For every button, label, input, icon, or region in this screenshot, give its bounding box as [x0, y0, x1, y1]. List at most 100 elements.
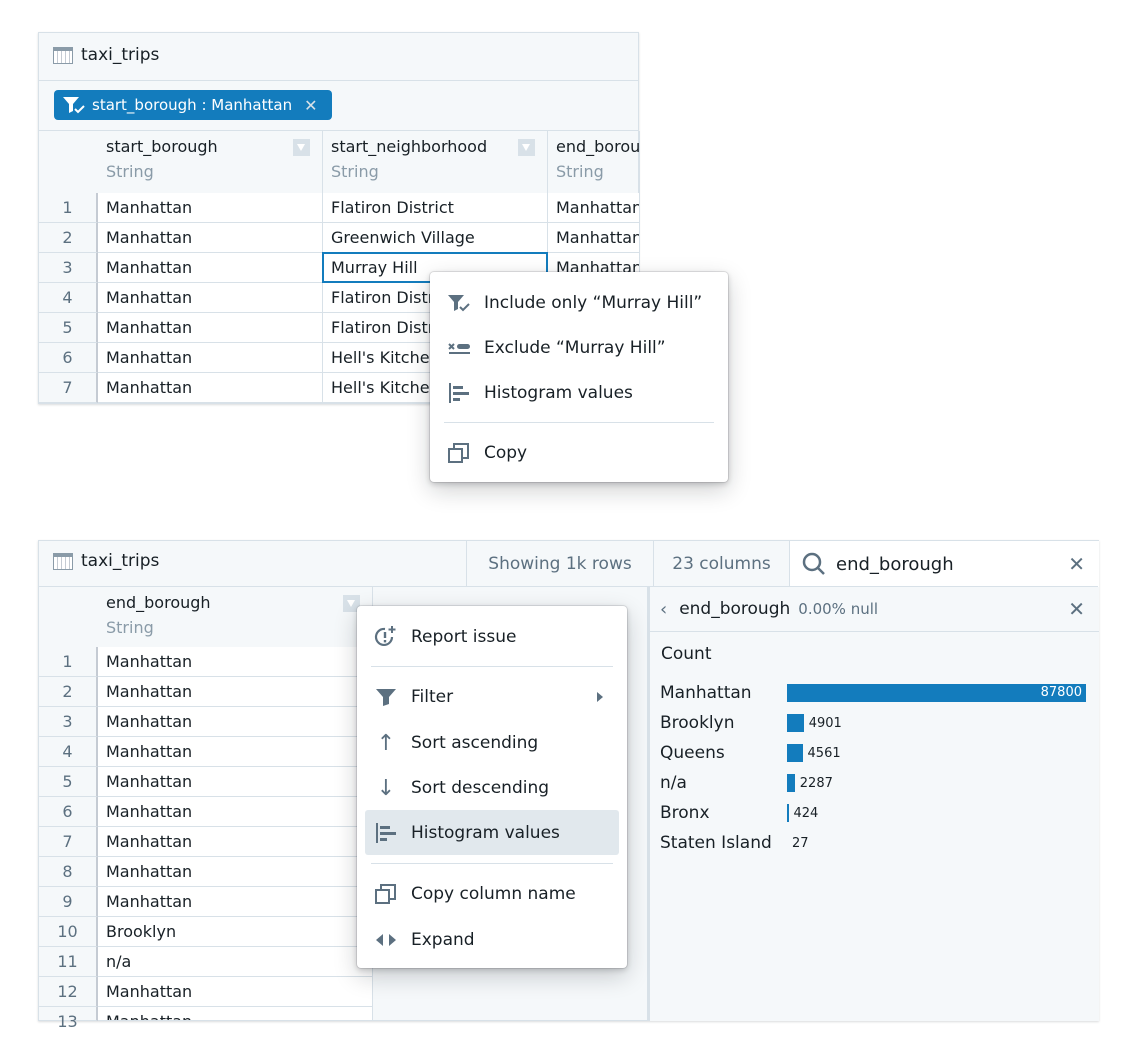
table-cell[interactable]: Manhattan: [98, 707, 373, 737]
column-header[interactable]: start_borough String: [98, 131, 323, 193]
menu-copy[interactable]: Copy: [438, 433, 720, 473]
menu-label: Copy column name: [411, 884, 576, 904]
back-icon[interactable]: ‹: [660, 599, 667, 620]
table-name: taxi_trips: [81, 45, 160, 65]
row-number: 9: [39, 887, 98, 917]
table-cell[interactable]: Manhattan: [98, 767, 373, 797]
row-number: 7: [39, 827, 98, 857]
close-histogram-icon[interactable]: ✕: [1068, 597, 1085, 621]
histogram-row[interactable]: Manhattan 87800: [660, 682, 1090, 704]
histogram-bar: [787, 804, 789, 822]
column-header-end-borough[interactable]: end_borough String: [98, 587, 373, 647]
row-number: 1: [39, 193, 98, 223]
menu-sort-ascending[interactable]: ↑ Sort ascending: [365, 723, 619, 763]
copy-icon: [448, 443, 469, 463]
report-issue-icon: [374, 626, 396, 646]
filter-remove-icon: [448, 343, 470, 354]
column-type: String: [106, 618, 154, 637]
row-number: 10: [39, 917, 98, 947]
histogram-bar: [787, 744, 803, 762]
menu-include-only[interactable]: Include only “Murray Hill”: [438, 283, 720, 323]
search-input[interactable]: end_borough: [836, 554, 1068, 575]
menu-histogram[interactable]: Histogram values: [365, 810, 619, 855]
menu-label: Copy: [484, 443, 528, 463]
table-cell[interactable]: Manhattan: [98, 647, 373, 677]
row-number: 3: [39, 707, 98, 737]
histogram-row[interactable]: n/a 2287: [660, 772, 1090, 794]
table-cell[interactable]: Manhattan: [98, 283, 323, 313]
menu-label: Include only “Murray Hill”: [484, 293, 703, 313]
histogram-row[interactable]: Staten Island 27: [660, 832, 1090, 854]
null-percent: 0.00% null: [798, 600, 879, 618]
menu-sort-descending[interactable]: ↓ Sort descending: [365, 768, 619, 808]
row-number: 5: [39, 767, 98, 797]
table-cell[interactable]: Flatiron District: [323, 193, 548, 223]
histogram-label: Bronx: [660, 803, 710, 823]
menu-label: Sort ascending: [411, 733, 539, 753]
table-cell[interactable]: Manhattan: [98, 857, 373, 887]
filter-chip-label: start_borough : Manhattan: [92, 96, 293, 114]
histogram-label: Queens: [660, 743, 725, 763]
row-number: 4: [39, 737, 98, 767]
table-cell[interactable]: Manhattan: [98, 373, 323, 403]
row-number: 13: [39, 1007, 98, 1031]
column-name: end_borough: [106, 593, 211, 612]
column-header[interactable]: start_neighborhood String: [323, 131, 548, 193]
arrow-down-icon: ↓: [376, 775, 396, 801]
filter-check-icon: [448, 295, 470, 312]
column-type: String: [106, 162, 154, 181]
table-cell[interactable]: Manhattan: [98, 827, 373, 857]
table-name: taxi_trips: [81, 551, 160, 571]
table-cell[interactable]: Greenwich Village: [323, 223, 548, 253]
menu-label: Filter: [411, 687, 454, 707]
menu-report-issue[interactable]: Report issue: [365, 617, 619, 657]
table-cell[interactable]: Brooklyn: [98, 917, 373, 947]
clear-search-icon[interactable]: ✕: [1068, 552, 1085, 576]
table-cell[interactable]: n/a: [98, 947, 373, 977]
column-menu-dropdown-icon[interactable]: [293, 139, 310, 156]
histogram-value: 2287: [799, 775, 833, 791]
table-cell[interactable]: Manhattan: [98, 797, 373, 827]
filter-chip[interactable]: start_borough : Manhattan ✕: [54, 90, 332, 120]
arrow-up-icon: ↑: [376, 730, 396, 756]
menu-copy-column-name[interactable]: Copy column name: [365, 874, 619, 914]
submenu-caret-icon: [597, 692, 603, 702]
histogram-metric: Count: [661, 644, 712, 664]
row-number: 2: [39, 677, 98, 707]
table-cell[interactable]: Manhattan: [98, 677, 373, 707]
table-cell[interactable]: Manhattan: [98, 343, 323, 373]
table-cell[interactable]: Manhattan: [98, 223, 323, 253]
table-cell[interactable]: Manhattan: [98, 737, 373, 767]
menu-exclude[interactable]: Exclude “Murray Hill”: [438, 328, 720, 368]
row-number: 12: [39, 977, 98, 1007]
column-search[interactable]: end_borough ✕: [789, 541, 1099, 587]
histogram-label: Brooklyn: [660, 713, 735, 733]
histogram-bar: [787, 714, 804, 732]
table-cell[interactable]: Manhattan: [98, 313, 323, 343]
column-menu-dropdown-icon[interactable]: [518, 139, 535, 156]
histogram-value: 4561: [807, 745, 841, 761]
menu-histogram[interactable]: Histogram values: [438, 373, 720, 413]
histogram-value: 27: [792, 835, 809, 851]
table-cell[interactable]: Manhattan: [98, 193, 323, 223]
remove-filter-icon[interactable]: ✕: [304, 96, 317, 115]
rows-info: Showing 1k rows: [466, 541, 653, 587]
row-number: 2: [39, 223, 98, 253]
table-cell[interactable]: Manhattan: [98, 1007, 373, 1021]
histogram-row[interactable]: Bronx 424: [660, 802, 1090, 824]
histogram-row[interactable]: Brooklyn 4901: [660, 712, 1090, 734]
table-cell[interactable]: Manhattan: [98, 887, 373, 917]
row-number: 6: [39, 343, 98, 373]
menu-expand[interactable]: Expand: [365, 920, 619, 960]
table-cell[interactable]: Manhattan: [548, 193, 640, 223]
menu-label: Histogram values: [484, 383, 633, 403]
table-cell[interactable]: Manhattan: [98, 977, 373, 1007]
table-icon: [53, 552, 73, 570]
table-cell[interactable]: Manhattan: [548, 223, 640, 253]
table-cell[interactable]: Manhattan: [98, 253, 323, 283]
column-header[interactable]: end_borou String: [548, 131, 640, 193]
histogram-row[interactable]: Queens 4561: [660, 742, 1090, 764]
menu-filter[interactable]: Filter: [365, 677, 619, 717]
filter-check-icon: [63, 97, 85, 114]
row-number: 4: [39, 283, 98, 313]
